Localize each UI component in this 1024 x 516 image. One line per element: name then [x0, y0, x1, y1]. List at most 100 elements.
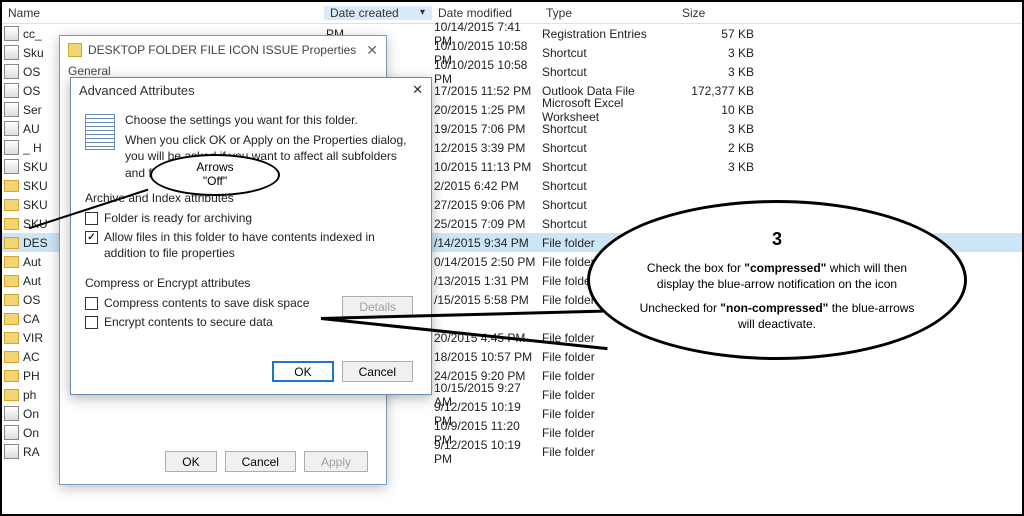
cell-type: File folder: [540, 426, 676, 440]
file-name: On: [23, 407, 39, 421]
cell-type: Shortcut: [540, 198, 676, 212]
cell-size: 57 KB: [676, 27, 756, 41]
cell-size: 3 KB: [676, 65, 756, 79]
callout-step-3: 3 Check the box for "compressed" which w…: [587, 200, 967, 360]
tab-general[interactable]: General: [68, 64, 111, 78]
advanced-cancel-button[interactable]: Cancel: [342, 361, 413, 382]
file-icon: [4, 121, 19, 136]
col-header-date-modified[interactable]: Date modified: [432, 6, 540, 20]
file-name: AC: [23, 350, 40, 364]
cell-type: File folder: [540, 407, 676, 421]
file-icon: [4, 444, 19, 459]
callout-step-number: 3: [772, 227, 782, 251]
file-name: ph: [23, 388, 36, 402]
file-icon: [4, 406, 19, 421]
properties-title-text: DESKTOP FOLDER FILE ICON ISSUE Propertie…: [88, 43, 356, 57]
encrypt-checkbox-label: Encrypt contents to secure data: [104, 315, 273, 331]
compress-checkbox[interactable]: [85, 297, 98, 310]
folder-icon: [4, 180, 19, 192]
folder-icon: [4, 313, 19, 325]
cell-date-modified: 27/2015 9:06 PM: [432, 198, 540, 212]
file-name: RA: [23, 445, 40, 459]
callout-arrows-off: Arrows "Off": [150, 154, 280, 196]
file-name: _ H: [23, 141, 42, 155]
folder-icon: [4, 351, 19, 363]
compress-checkbox-label: Compress contents to save disk space: [104, 296, 309, 312]
cell-size: 10 KB: [676, 103, 756, 117]
cell-type: Registration Entries: [540, 27, 676, 41]
callout-small-line1: Arrows: [196, 160, 233, 174]
file-name: PH: [23, 369, 40, 383]
properties-ok-button[interactable]: OK: [165, 451, 216, 472]
col-header-date-created-label: Date created: [330, 6, 399, 20]
cell-size: 3 KB: [676, 160, 756, 174]
cell-date-modified: 19/2015 7:06 PM: [432, 122, 540, 136]
cell-type: Microsoft Excel Worksheet: [540, 96, 676, 124]
cell-type: File folder: [540, 388, 676, 402]
callout-big-para2: Unchecked for "non-compressed" the blue-…: [630, 300, 924, 332]
cell-type: Shortcut: [540, 46, 676, 60]
cell-date-modified: 10/10/2015 10:58 PM: [432, 58, 540, 86]
cell-date-modified: /15/2015 5:58 PM: [432, 293, 540, 307]
cell-type: Shortcut: [540, 65, 676, 79]
cell-type: Shortcut: [540, 141, 676, 155]
folder-icon: [4, 389, 19, 401]
cell-date-modified: 0/14/2015 2:50 PM: [432, 255, 540, 269]
cell-date-modified: /13/2015 1:31 PM: [432, 274, 540, 288]
file-name: Aut: [23, 274, 41, 288]
file-icon: [4, 26, 19, 41]
compress-group-label: Compress or Encrypt attributes: [85, 276, 417, 290]
folder-icon: [4, 237, 19, 249]
file-name: cc_: [23, 27, 42, 41]
file-name: SKU: [23, 179, 48, 193]
cell-date-modified: 17/2015 11:52 PM: [432, 84, 540, 98]
folder-icon: [4, 256, 19, 268]
folder-icon: [4, 332, 19, 344]
file-icon: [4, 425, 19, 440]
advanced-ok-button[interactable]: OK: [272, 361, 333, 382]
close-icon[interactable]: ✕: [366, 42, 378, 59]
file-name: OS: [23, 293, 40, 307]
cell-date-modified: 2/2015 6:42 PM: [432, 179, 540, 193]
callout-big-para1: Check the box for "compressed" which wil…: [630, 260, 924, 292]
folder-icon: [4, 370, 19, 382]
cell-type: File folder: [540, 369, 676, 383]
file-name: OS: [23, 84, 40, 98]
cell-size: 3 KB: [676, 46, 756, 60]
cell-date-modified: /14/2015 9:34 PM: [432, 236, 540, 250]
properties-apply-button[interactable]: Apply: [304, 451, 368, 472]
advanced-titlebar[interactable]: Advanced Attributes ✕: [71, 78, 431, 102]
cell-date-modified: 18/2015 10:57 PM: [432, 350, 540, 364]
file-icon: [4, 64, 19, 79]
cell-size: 3 KB: [676, 122, 756, 136]
cell-type: Shortcut: [540, 122, 676, 136]
advanced-choose-text: Choose the settings you want for this fo…: [125, 112, 417, 128]
folder-icon: [4, 199, 19, 211]
properties-titlebar[interactable]: DESKTOP FOLDER FILE ICON ISSUE Propertie…: [60, 36, 386, 64]
file-icon: [4, 83, 19, 98]
col-header-date-created[interactable]: Date created ▾: [324, 6, 432, 20]
file-name: OS: [23, 65, 40, 79]
cell-date-modified: 12/2015 3:39 PM: [432, 141, 540, 155]
col-header-name[interactable]: Name: [2, 6, 324, 20]
file-name: CA: [23, 312, 40, 326]
callout-small-line2: "Off": [203, 174, 227, 188]
folder-icon: [68, 43, 82, 57]
properties-cancel-button[interactable]: Cancel: [225, 451, 296, 472]
file-icon: [4, 102, 19, 117]
col-header-size[interactable]: Size: [676, 6, 756, 20]
file-icon: [4, 140, 19, 155]
file-name: SKU: [23, 160, 48, 174]
attributes-icon: [85, 114, 115, 150]
folder-icon: [4, 218, 19, 230]
folder-icon: [4, 275, 19, 287]
cell-date-modified: 25/2015 7:09 PM: [432, 217, 540, 231]
close-icon[interactable]: ✕: [412, 82, 423, 98]
folder-icon: [4, 294, 19, 306]
cell-type: Shortcut: [540, 160, 676, 174]
cell-size: 2 KB: [676, 141, 756, 155]
encrypt-checkbox[interactable]: [85, 316, 98, 329]
cell-date-modified: 10/2015 11:13 PM: [432, 160, 540, 174]
col-header-type[interactable]: Type: [540, 6, 676, 20]
cell-type: File folder: [540, 445, 676, 459]
